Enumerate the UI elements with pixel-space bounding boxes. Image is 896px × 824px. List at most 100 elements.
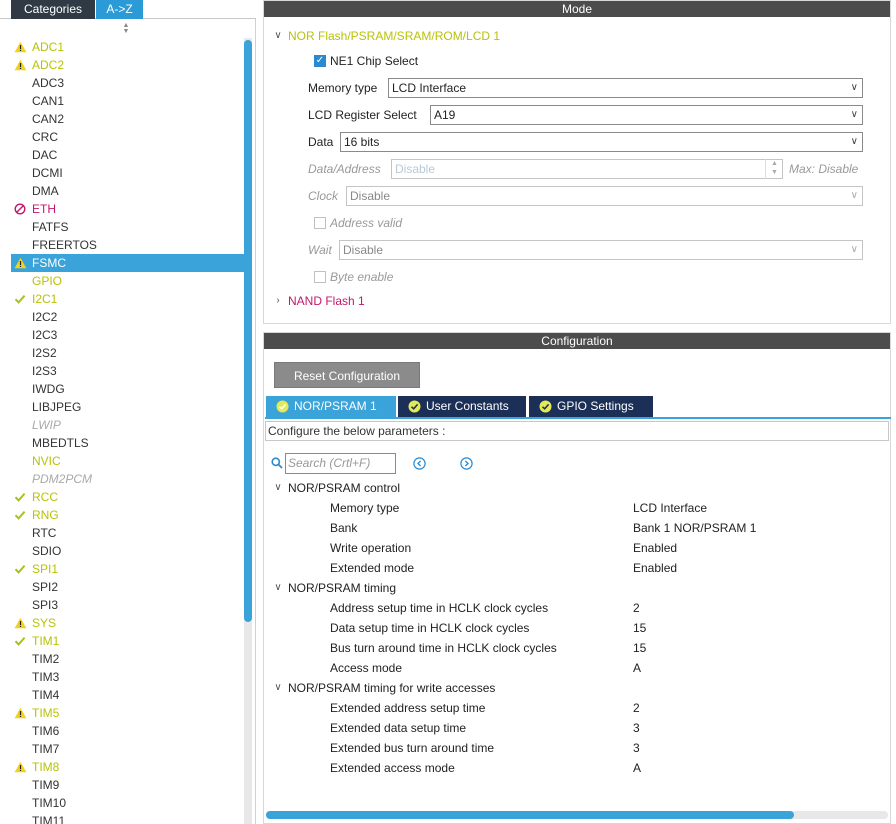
peripheral-item-can1[interactable]: CAN1 bbox=[11, 92, 244, 110]
parameter-name[interactable]: Bus turn around time in HCLK clock cycle… bbox=[330, 638, 557, 658]
memory-type-select[interactable]: LCD Interface ∨ bbox=[388, 78, 863, 98]
memory-type-label: Memory type bbox=[308, 81, 378, 95]
peripheral-item-spi2[interactable]: SPI2 bbox=[11, 578, 244, 596]
peripheral-item-eth[interactable]: ETH bbox=[11, 200, 244, 218]
peripheral-item-i2c1[interactable]: I2C1 bbox=[11, 290, 244, 308]
peripheral-item-adc1[interactable]: ADC1 bbox=[11, 38, 244, 56]
parameter-name[interactable]: Extended bus turn around time bbox=[330, 738, 494, 758]
peripheral-item-gpio[interactable]: GPIO bbox=[11, 272, 244, 290]
peripheral-item-tim4[interactable]: TIM4 bbox=[11, 686, 244, 704]
peripheral-item-crc[interactable]: CRC bbox=[11, 128, 244, 146]
tab-user-constants[interactable]: User Constants bbox=[398, 396, 526, 417]
peripheral-item-tim7[interactable]: TIM7 bbox=[11, 740, 244, 758]
chevron-down-icon[interactable]: ∨ bbox=[272, 27, 284, 45]
peripheral-item-dac[interactable]: DAC bbox=[11, 146, 244, 164]
parameter-value[interactable]: A bbox=[633, 758, 641, 778]
peripheral-item-tim6[interactable]: TIM6 bbox=[11, 722, 244, 740]
parameter-name[interactable]: Extended address setup time bbox=[330, 698, 485, 718]
parameter-name[interactable]: Bank bbox=[330, 518, 357, 538]
peripheral-item-rcc[interactable]: RCC bbox=[11, 488, 244, 506]
parameter-value[interactable]: 2 bbox=[633, 598, 640, 618]
peripheral-item-spi1[interactable]: SPI1 bbox=[11, 560, 244, 578]
peripheral-item-lwip[interactable]: LWIP bbox=[11, 416, 244, 434]
parameter-value[interactable]: Enabled bbox=[633, 558, 677, 578]
peripheral-item-tim10[interactable]: TIM10 bbox=[11, 794, 244, 812]
reset-configuration-button[interactable]: Reset Configuration bbox=[274, 362, 420, 388]
peripheral-item-nvic[interactable]: NVIC bbox=[11, 452, 244, 470]
peripheral-item-tim5[interactable]: TIM5 bbox=[11, 704, 244, 722]
peripheral-item-spi3[interactable]: SPI3 bbox=[11, 596, 244, 614]
peripheral-item-i2s2[interactable]: I2S2 bbox=[11, 344, 244, 362]
parameter-value[interactable]: 2 bbox=[633, 698, 640, 718]
peripheral-item-mbedtls[interactable]: MBEDTLS bbox=[11, 434, 244, 452]
parameter-name[interactable]: Extended mode bbox=[330, 558, 414, 578]
next-result-icon[interactable] bbox=[460, 457, 473, 470]
peripheral-item-adc3[interactable]: ADC3 bbox=[11, 74, 244, 92]
parameter-value[interactable]: LCD Interface bbox=[633, 498, 707, 518]
peripheral-item-fatfs[interactable]: FATFS bbox=[11, 218, 244, 236]
peripheral-item-dcmi[interactable]: DCMI bbox=[11, 164, 244, 182]
peripheral-item-tim9[interactable]: TIM9 bbox=[11, 776, 244, 794]
peripheral-item-iwdg[interactable]: IWDG bbox=[11, 380, 244, 398]
peripheral-item-i2s3[interactable]: I2S3 bbox=[11, 362, 244, 380]
peripheral-item-i2c2[interactable]: I2C2 bbox=[11, 308, 244, 326]
chevron-down-icon[interactable]: ∨ bbox=[272, 678, 284, 698]
tab-a-to-z[interactable]: A->Z bbox=[96, 0, 143, 19]
peripheral-item-rtc[interactable]: RTC bbox=[11, 524, 244, 542]
peripheral-list-scrollbar[interactable] bbox=[244, 38, 252, 824]
peripheral-item-tim3[interactable]: TIM3 bbox=[11, 668, 244, 686]
parameter-name[interactable]: Write operation bbox=[330, 538, 411, 558]
scrollbar-thumb[interactable] bbox=[244, 40, 252, 622]
nand-flash-tree-node[interactable]: › NAND Flash 1 bbox=[272, 292, 364, 310]
nor-flash-tree-node[interactable]: ∨ NOR Flash/PSRAM/SRAM/ROM/LCD 1 bbox=[272, 27, 500, 45]
peripheral-item-tim11[interactable]: TIM11 bbox=[11, 812, 244, 824]
peripheral-item-freertos[interactable]: FREERTOS bbox=[11, 236, 244, 254]
scrollbar-thumb[interactable] bbox=[266, 811, 794, 819]
parameter-name[interactable]: Address setup time in HCLK clock cycles bbox=[330, 598, 548, 618]
parameter-name[interactable]: Access mode bbox=[330, 658, 402, 678]
peripheral-item-tim1[interactable]: TIM1 bbox=[11, 632, 244, 650]
peripheral-item-adc2[interactable]: ADC2 bbox=[11, 56, 244, 74]
peripheral-item-fsmc[interactable]: FSMC bbox=[11, 254, 244, 272]
peripheral-item-sdio[interactable]: SDIO bbox=[11, 542, 244, 560]
peripheral-item-can2[interactable]: CAN2 bbox=[11, 110, 244, 128]
peripheral-item-dma[interactable]: DMA bbox=[11, 182, 244, 200]
parameter-value[interactable]: A bbox=[633, 658, 641, 678]
parameter-name[interactable]: Data setup time in HCLK clock cycles bbox=[330, 618, 529, 638]
parameter-value[interactable]: 15 bbox=[633, 618, 646, 638]
chevron-down-icon[interactable]: ∨ bbox=[272, 578, 284, 598]
parameter-value[interactable]: Enabled bbox=[633, 538, 677, 558]
tab-nor-psram-1[interactable]: NOR/PSRAM 1 bbox=[266, 396, 396, 417]
search-input[interactable]: Search (Crtl+F) bbox=[285, 453, 396, 474]
parameter-name[interactable]: Extended data setup time bbox=[330, 718, 466, 738]
peripheral-item-sys[interactable]: SYS bbox=[11, 614, 244, 632]
parameter-name[interactable]: Memory type bbox=[330, 498, 399, 518]
peripheral-item-tim8[interactable]: TIM8 bbox=[11, 758, 244, 776]
parameter-value[interactable]: Bank 1 NOR/PSRAM 1 bbox=[633, 518, 756, 538]
chevron-right-icon[interactable]: › bbox=[272, 292, 284, 310]
parameter-value[interactable]: 3 bbox=[633, 718, 640, 738]
peripheral-item-libjpeg[interactable]: LIBJPEG bbox=[11, 398, 244, 416]
parameter-value[interactable]: 15 bbox=[633, 638, 646, 658]
peripheral-item-pdm2pcm[interactable]: PDM2PCM bbox=[11, 470, 244, 488]
tab-categories[interactable]: Categories bbox=[11, 0, 95, 19]
lcd-register-select[interactable]: A19 ∨ bbox=[430, 105, 863, 125]
sort-icon[interactable]: ▲ ▼ bbox=[121, 22, 131, 37]
parameter-name[interactable]: Extended access mode bbox=[330, 758, 455, 778]
ne1-chip-select-checkbox[interactable]: ✓ NE1 Chip Select bbox=[314, 52, 418, 70]
parameter-value[interactable]: 3 bbox=[633, 738, 640, 758]
tab-gpio-settings[interactable]: GPIO Settings bbox=[529, 396, 653, 417]
chevron-down-icon[interactable]: ∨ bbox=[272, 478, 284, 498]
peripheral-label: TIM11 bbox=[32, 814, 66, 824]
parameter-group[interactable]: ∨ NOR/PSRAM timing bbox=[272, 578, 396, 598]
previous-result-icon[interactable] bbox=[413, 457, 426, 470]
parameter-group[interactable]: ∨ NOR/PSRAM timing for write accesses bbox=[272, 678, 495, 698]
peripheral-item-tim2[interactable]: TIM2 bbox=[11, 650, 244, 668]
peripheral-label: RTC bbox=[32, 526, 57, 540]
peripheral-item-rng[interactable]: RNG bbox=[11, 506, 244, 524]
parameter-group[interactable]: ∨ NOR/PSRAM control bbox=[272, 478, 400, 498]
configuration-horizontal-scrollbar[interactable] bbox=[266, 811, 888, 819]
data-width-select[interactable]: 16 bits ∨ bbox=[340, 132, 863, 152]
peripheral-item-i2c3[interactable]: I2C3 bbox=[11, 326, 244, 344]
checkmark-icon[interactable]: ✓ bbox=[314, 55, 326, 67]
